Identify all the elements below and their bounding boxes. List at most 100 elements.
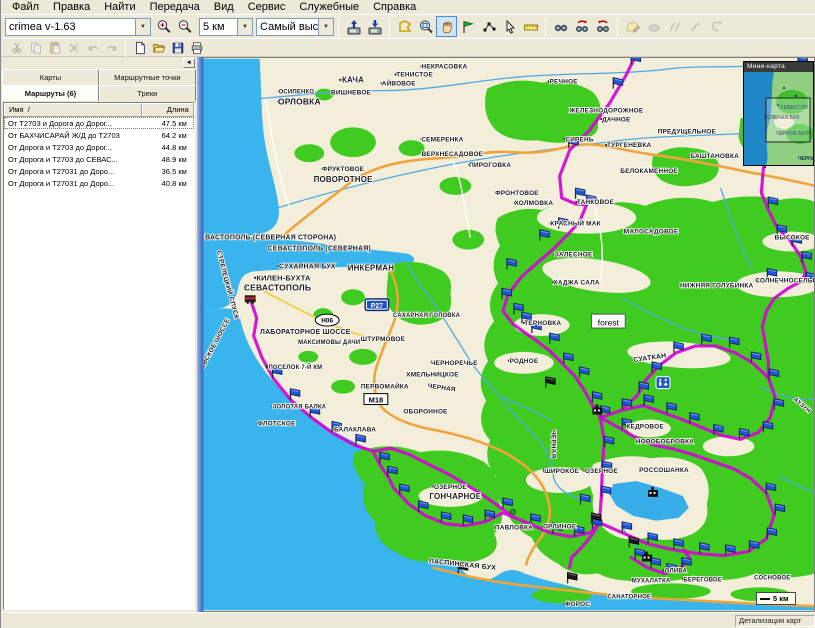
tab-карты[interactable]: Карты <box>2 69 99 85</box>
cut-icon[interactable] <box>7 39 26 56</box>
menu-файл[interactable]: Файл <box>5 1 46 13</box>
delete-icon[interactable] <box>64 39 83 56</box>
routes-table-header[interactable]: Имя / Длина <box>4 103 194 117</box>
trim-tool-icon[interactable] <box>394 16 415 37</box>
park-poi-icon[interactable] <box>510 509 515 514</box>
routes-table-body: От Т2703 и Дорога до Дорог...47.5 кмОт Б… <box>4 117 194 189</box>
mini-map-label: ЧЕРНА <box>798 156 813 162</box>
tab-маршрутные-точки[interactable]: Маршрутные точки <box>99 69 196 85</box>
map-label: ВЫСОКОЕ <box>774 235 810 242</box>
route-row[interactable]: От Дорога и Т2703 до СЕВАС...48.9 км <box>4 153 194 165</box>
routes-table: Имя / Длина От Т2703 и Дорога до Дорог..… <box>3 102 195 610</box>
menu-вид[interactable]: Вид <box>207 1 241 13</box>
find-tool-icon[interactable] <box>550 16 571 37</box>
menu-bar: ФайлПравкаНайтиПередачаВидСервисСлужебны… <box>1 0 815 14</box>
map-label: НИЖНЯЯ ГОЛУБИНКА <box>680 282 754 289</box>
route-row[interactable]: От БАХЧИСАРАЙ Ж/Д до Т270364.2 км <box>4 129 194 141</box>
map-label: СУХАРНАЯ БУХ <box>279 263 336 270</box>
map-label: САХАРНАЯ ГОЛОВКА <box>393 313 461 319</box>
map-label: МАКСИМОВЫ ДАЧИ <box>298 340 360 346</box>
route-length: 44.8 км <box>141 143 193 152</box>
panel-collapse-button[interactable]: ◄ <box>183 58 195 68</box>
map-label: ОЛИВА <box>665 568 688 574</box>
detail-select-combo[interactable]: Самый высокий ▼ <box>256 18 334 36</box>
route-length: 47.5 км <box>141 119 193 128</box>
add-route-tool-icon[interactable] <box>478 16 499 37</box>
map-label: ПАВЛОВКА <box>495 525 533 532</box>
erase-tool-icon[interactable] <box>643 16 664 37</box>
map-select-value: crimea v-1.63 <box>6 21 135 33</box>
map-view[interactable]: КАЧАОСИПЕНКООРЛОВКАВИШНЕВОЕНЕКРАСОВКАТЕН… <box>203 57 815 612</box>
paste-icon[interactable] <box>45 39 64 56</box>
rotate-tool-icon[interactable] <box>706 16 727 37</box>
menu-найти[interactable]: Найти <box>97 1 142 13</box>
route-length: 64.2 км <box>141 131 193 140</box>
select-tool-icon[interactable] <box>499 16 520 37</box>
map-select-combo[interactable]: crimea v-1.63 ▼ <box>5 18 151 36</box>
add-waypoint-tool-icon[interactable] <box>457 16 478 37</box>
restroom-sign-icon[interactable] <box>656 377 670 389</box>
map-label: ОРЛОВКА <box>278 97 321 107</box>
menu-передача[interactable]: Передача <box>143 1 207 13</box>
edit-vertices-tool-icon[interactable] <box>622 16 643 37</box>
copy-icon[interactable] <box>26 39 45 56</box>
save-file-icon[interactable] <box>168 39 187 56</box>
map-label: ТУРГЕНЕВКА <box>607 142 651 149</box>
scale-select-combo[interactable]: 5 км ▼ <box>199 18 253 36</box>
map-label: БАЛАКЛАВА <box>334 426 376 433</box>
chevron-down-icon[interactable]: ▼ <box>237 19 252 35</box>
redo-icon[interactable] <box>102 39 121 56</box>
status-detail-text: Детализация карт <box>735 615 815 627</box>
print-icon[interactable] <box>187 39 206 56</box>
map-label: БЕЛОКАМЕННОЕ <box>620 168 678 175</box>
tab-маршруты--6-[interactable]: Маршруты (6) <box>2 85 99 101</box>
zoom-in-icon[interactable] <box>153 16 174 37</box>
route-row[interactable]: От Дорога и Т27031 до Доро...40.8 км <box>4 177 194 189</box>
new-file-icon[interactable] <box>130 39 149 56</box>
map-label: ГОНЧАРНОЕ <box>429 492 481 501</box>
menu-служебные[interactable]: Служебные <box>292 1 366 13</box>
gps-upload-icon[interactable] <box>343 16 364 37</box>
menu-справка[interactable]: Справка <box>366 1 423 13</box>
map-label: ПОСЕЛОК 7-Й КМ <box>268 363 322 371</box>
map-label: ФРУКТОВОЕ <box>322 166 365 173</box>
map-canvas[interactable]: КАЧАОСИПЕНКООРЛОВКАВИШНЕВОЕНЕКРАСОВКАТЕН… <box>204 58 815 611</box>
open-file-icon[interactable] <box>149 39 168 56</box>
map-label: САНАТОРНОЕ <box>607 594 651 600</box>
chevron-down-icon[interactable]: ▼ <box>135 19 150 35</box>
split-tool-icon[interactable] <box>664 16 685 37</box>
join-tool-icon[interactable] <box>685 16 706 37</box>
zoom-out-icon[interactable] <box>174 16 195 37</box>
mini-map-canvas[interactable]: СЕВАСТОПЗЕЛЕНАЯ БУХЧЕРНОЕ МОРЧЕРНА <box>744 72 813 165</box>
route-row[interactable]: От Дорога и Т27031 до Доро...36.5 км <box>4 165 194 177</box>
panel-tabs-bottom: Маршруты (6)Треки <box>2 85 196 101</box>
status-bar: Детализация карт <box>1 612 815 628</box>
find-prev-tool-icon[interactable] <box>592 16 613 37</box>
map-label: ХОЛМОВКА <box>514 200 553 207</box>
menu-правка[interactable]: Правка <box>46 1 97 13</box>
menu-сервис[interactable]: Сервис <box>241 1 293 13</box>
mini-map[interactable]: Мини-карта СЕВАСТОПЗЕЛЕНАЯ БУХЧЕРНОЕ МОР… <box>743 61 814 166</box>
map-label: ШТУРМОВОЕ <box>360 336 405 343</box>
undo-icon[interactable] <box>83 39 102 56</box>
map-label: БАШТАНОВКА <box>690 153 739 160</box>
map-label: ПРЕДУЩЕЛЬНОЕ <box>657 128 716 135</box>
column-header-name[interactable]: Имя / <box>4 103 142 116</box>
column-header-length[interactable]: Длина <box>142 103 194 116</box>
gps-download-icon[interactable] <box>364 16 385 37</box>
chevron-down-icon[interactable]: ▼ <box>318 19 333 35</box>
map-label: ХАДЖА САЛА <box>553 279 600 286</box>
map-label: ИНКЕРМАН <box>347 263 394 272</box>
zoom-select-tool-icon[interactable] <box>415 16 436 37</box>
main-toolbar: crimea v-1.63 ▼ 5 км ▼ Самый высокий ▼ <box>1 14 815 38</box>
find-next-tool-icon[interactable] <box>571 16 592 37</box>
map-label: ОСИПЕНКО <box>278 90 314 96</box>
tab-треки[interactable]: Треки <box>99 85 196 101</box>
measure-tool-icon[interactable] <box>520 16 541 37</box>
pan-hand-tool-icon[interactable] <box>436 16 457 37</box>
mini-map-viewport[interactable] <box>766 98 810 142</box>
map-label: ПЕРВОМАЙКА <box>361 382 409 391</box>
route-row[interactable]: От Т2703 и Дорога до Дорог...47.5 км <box>4 117 194 129</box>
route-row[interactable]: От Дорога и Т2703 до Дорог...44.8 км <box>4 141 194 153</box>
map-label: АЙВОВОЕ <box>382 79 416 88</box>
